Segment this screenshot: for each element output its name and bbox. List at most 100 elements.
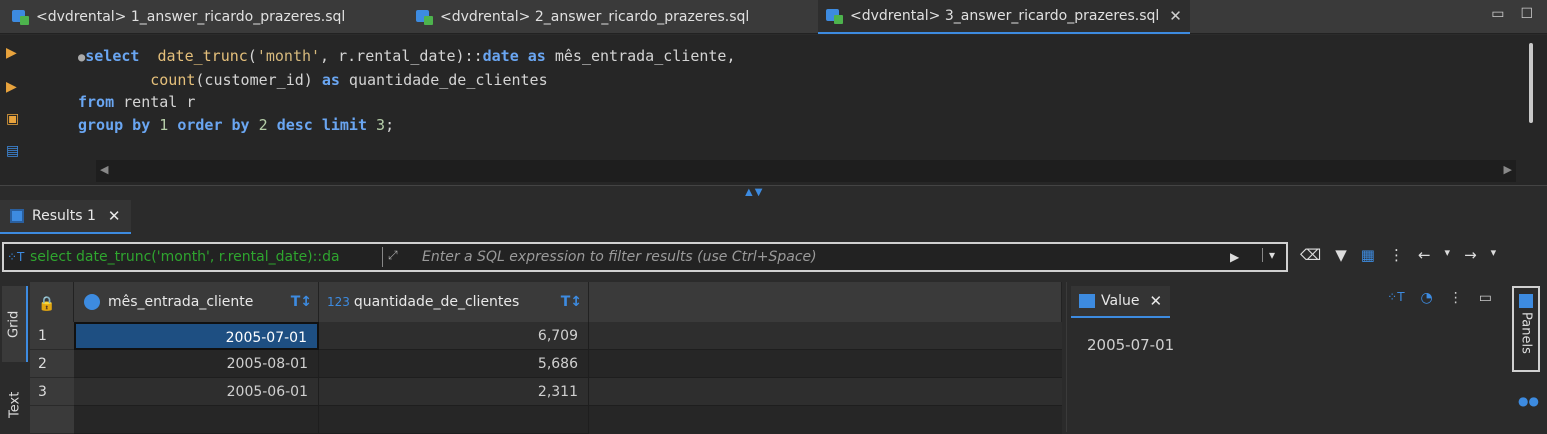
results-tab[interactable]: Results 1 ✕ — [0, 200, 131, 234]
table-cell-month[interactable]: 2005-08-01 — [74, 350, 319, 378]
column-header-quantidade-de-clientes[interactable]: 123 quantidade_de_clientes T↕ — [319, 282, 589, 322]
sql-editor-icon — [12, 9, 30, 25]
table-cell-count[interactable]: 2,311 — [319, 378, 589, 406]
view-mode-tabs: Grid Text — [0, 282, 30, 432]
editor-tab-label: <dvdrental> 3_answer_ricardo_prazeres.sq… — [850, 8, 1160, 24]
value-panel-toolbar: ⁘T ◔ ⋮ ▭ — [1387, 290, 1492, 306]
empty-row — [30, 406, 1062, 434]
forward-icon[interactable]: → — [1464, 246, 1477, 264]
expand-icon[interactable]: ⤢ — [388, 248, 398, 263]
header-filler — [589, 282, 1062, 322]
forward-dropdown-icon[interactable]: ▾ — [1491, 246, 1497, 264]
editor-tab-bar: <dvdrental> 1_answer_ricardo_prazeres.sq… — [0, 0, 1547, 34]
execute-in-new-tab-icon[interactable]: ▶ — [6, 79, 17, 95]
grid-icon — [10, 209, 24, 223]
current-query-label: select date_trunc('month', r.rental_date… — [30, 249, 340, 265]
execute-script-icon[interactable]: ▣ — [6, 111, 19, 127]
filter-history-dropdown-icon[interactable]: ▾ — [1262, 248, 1275, 262]
table-cell-count[interactable]: 6,709 — [319, 322, 589, 350]
row-number: 1 — [30, 322, 74, 350]
close-icon[interactable]: ✕ — [1169, 7, 1182, 25]
filter-box[interactable]: ⁘T select date_trunc('month', r.rental_d… — [2, 242, 1288, 272]
code-line-4: group by 1 order by 2 desc limit 3; — [78, 115, 395, 134]
table-cell-month[interactable]: 2005-06-01 — [74, 378, 319, 406]
row-filler — [589, 322, 1062, 350]
scroll-right-icon[interactable]: ▶ — [1504, 163, 1512, 176]
grid-view-tab[interactable]: Grid — [2, 286, 28, 362]
close-icon[interactable]: ✕ — [1149, 292, 1162, 310]
value-panel: Value ✕ ⁘T ◔ ⋮ ▭ 2005-07-01 — [1066, 282, 1506, 432]
back-dropdown-icon[interactable]: ▾ — [1445, 246, 1451, 264]
results-grid[interactable]: 🔒 mês_entrada_cliente T↕ 123 quantidade_… — [30, 282, 1062, 434]
panels-tab[interactable]: Panels — [1512, 286, 1540, 372]
lock-icon: 🔒 — [30, 282, 74, 322]
more-icon[interactable]: ⋮ — [1449, 290, 1463, 306]
explain-plan-icon[interactable]: ▤ — [6, 143, 19, 159]
column-header-label: quantidade_de_clientes — [353, 294, 520, 310]
column-header-mes-entrada-cliente[interactable]: mês_entrada_cliente T↕ — [74, 282, 319, 322]
more-panels-icon[interactable]: ●● — [1518, 394, 1539, 408]
row-number-empty — [30, 406, 74, 434]
value-viewer-icon — [1079, 294, 1095, 308]
window-controls: ▭ ☐ — [1491, 6, 1533, 22]
panels-icon — [1519, 294, 1533, 308]
text-view-tab[interactable]: Text — [2, 382, 28, 428]
eraser-icon[interactable]: ⌫ — [1300, 246, 1321, 264]
editor-horizontal-scrollbar[interactable]: ◀ ▶ — [96, 160, 1516, 182]
close-icon[interactable]: ✕ — [108, 207, 121, 225]
back-icon[interactable]: ← — [1418, 246, 1431, 264]
filter-bar: ⁘T select date_trunc('month', r.rental_d… — [0, 240, 1547, 274]
code-line-3: from rental r — [78, 93, 196, 111]
results-tab-label: Results 1 — [32, 208, 96, 224]
results-toolbar: ⌫ ▼ ▦ ⋮ ← ▾ → ▾ — [1300, 246, 1496, 264]
row-number: 3 — [30, 378, 74, 406]
content-format-icon[interactable]: ⁘T — [1387, 290, 1404, 306]
editor-tab-2[interactable]: <dvdrental> 2_answer_ricardo_prazeres.sq… — [408, 0, 757, 34]
sort-filter-icon[interactable]: T↕ — [291, 294, 312, 310]
editor-results-splitter[interactable]: ▲▼ — [0, 185, 1547, 198]
table-cell-month[interactable]: 2005-07-01 — [74, 322, 319, 350]
maximize-icon[interactable]: ☐ — [1520, 6, 1533, 22]
table-row[interactable]: 3 2005-06-01 2,311 — [30, 378, 1062, 406]
datetime-type-icon — [84, 294, 100, 310]
column-header-label: mês_entrada_cliente — [108, 294, 254, 310]
table-row[interactable]: 1 2005-07-01 6,709 — [30, 322, 1062, 350]
value-tab-label: Value — [1101, 293, 1140, 309]
filter-icon[interactable]: ▼ — [1335, 246, 1347, 264]
code-line-2: count(customer_id) as quantidade_de_clie… — [150, 70, 548, 89]
minimize-icon[interactable]: ▭ — [1491, 6, 1504, 22]
value-content[interactable]: 2005-07-01 — [1087, 336, 1174, 354]
execute-statement-icon[interactable]: ▶ — [6, 45, 17, 61]
code-line-1: ●select date_trunc('month', r.rental_dat… — [78, 47, 736, 65]
panels-label: Panels — [1518, 312, 1534, 354]
editor-tab-label: <dvdrental> 1_answer_ricardo_prazeres.sq… — [36, 9, 346, 25]
sql-editor-icon — [826, 8, 844, 24]
row-filler — [589, 378, 1062, 406]
numeric-type-icon: 123 — [327, 295, 350, 309]
apply-filter-icon[interactable]: ▶ — [1230, 250, 1239, 264]
results-tab-bar: Results 1 ✕ — [0, 196, 1547, 236]
editor-tab-label: <dvdrental> 2_answer_ricardo_prazeres.sq… — [440, 9, 750, 25]
filter-divider — [382, 247, 383, 267]
sort-filter-icon[interactable]: T↕ — [561, 294, 582, 310]
editor-toolbar: ▶ ▶ ▣ ▤ — [0, 35, 36, 185]
sql-editor-icon — [416, 9, 434, 25]
editor-vertical-scrollbar[interactable] — [1529, 43, 1533, 123]
table-row[interactable]: 2 2005-08-01 5,686 — [30, 350, 1062, 378]
empty-cell — [74, 406, 319, 434]
scroll-left-icon[interactable]: ◀ — [100, 163, 108, 176]
editor-tab-1[interactable]: <dvdrental> 1_answer_ricardo_prazeres.sq… — [4, 0, 353, 34]
filter-input[interactable]: Enter a SQL expression to filter results… — [422, 249, 817, 265]
empty-cell — [319, 406, 589, 434]
minimize-panel-icon[interactable]: ▭ — [1479, 290, 1492, 306]
value-panel-tab[interactable]: Value ✕ — [1071, 286, 1171, 318]
panel-config-icon[interactable]: ▦ — [1361, 246, 1375, 264]
sql-editor[interactable]: ▶ ▶ ▣ ▤ ●select date_trunc('month', r.re… — [0, 35, 1547, 185]
filter-history-icon[interactable]: ⁘T — [7, 250, 24, 264]
panels-strip: Panels ●● — [1508, 282, 1547, 432]
table-cell-count[interactable]: 5,686 — [319, 350, 589, 378]
sql-code[interactable]: ●select date_trunc('month', r.rental_dat… — [78, 45, 735, 136]
editor-tab-3[interactable]: <dvdrental> 3_answer_ricardo_prazeres.sq… — [818, 0, 1190, 34]
datetime-format-icon[interactable]: ◔ — [1421, 290, 1433, 306]
more-icon[interactable]: ⋮ — [1389, 246, 1404, 264]
